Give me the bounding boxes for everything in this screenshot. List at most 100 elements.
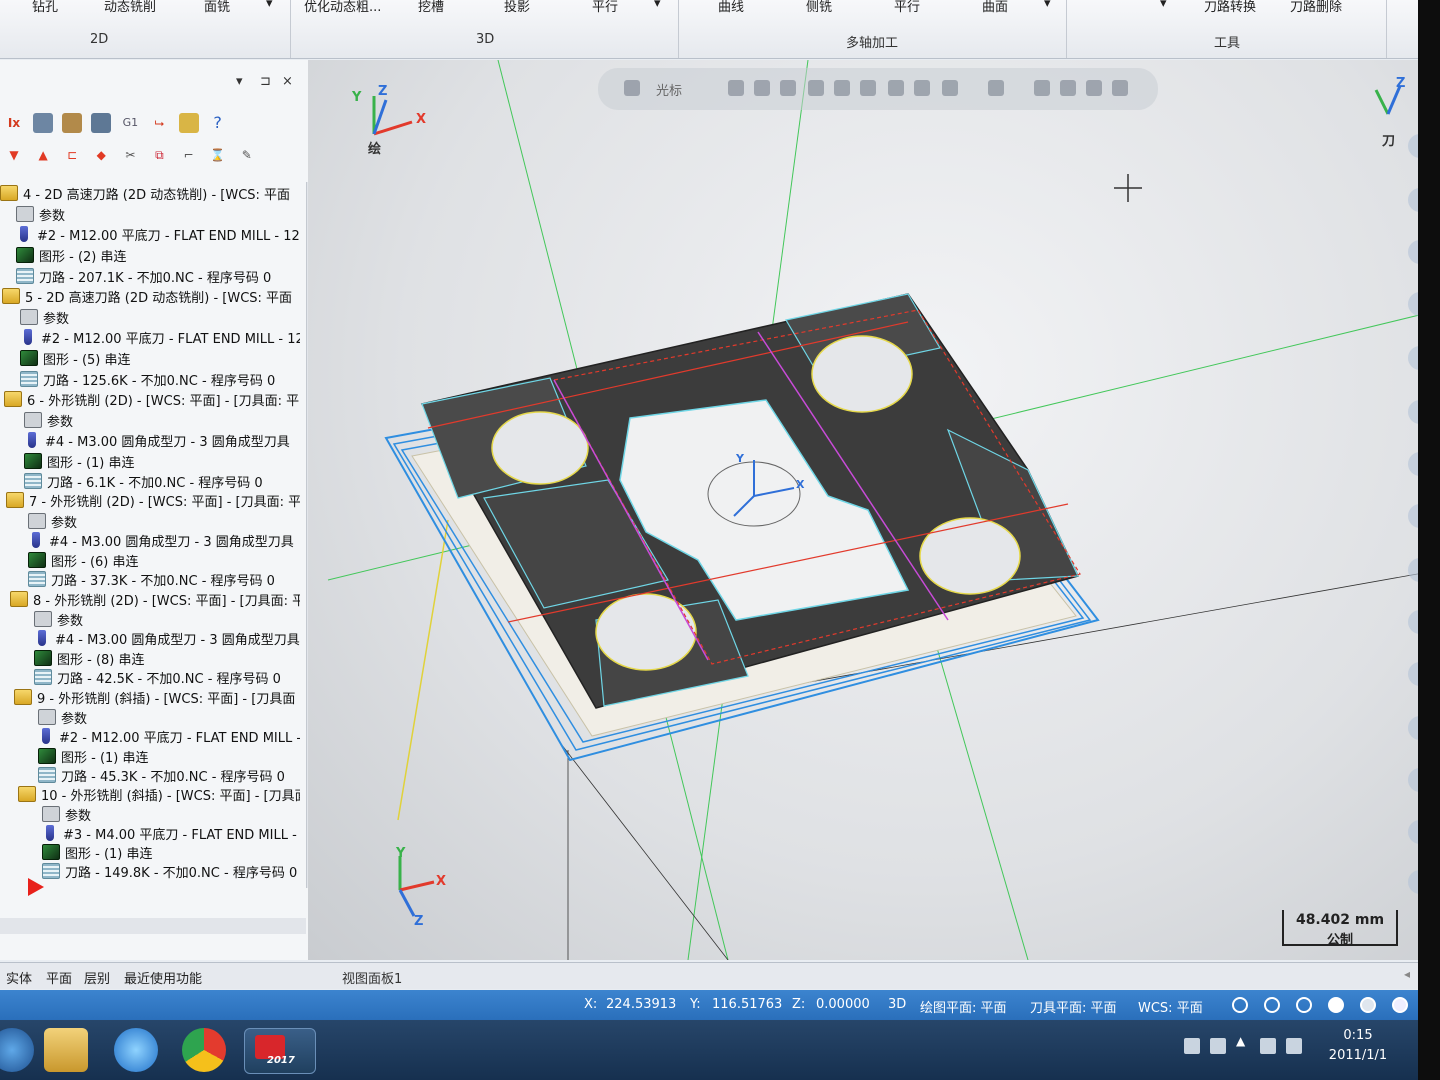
hidden-line-icon[interactable] (1296, 997, 1312, 1013)
ribbon-parallel-button[interactable]: 平行 (592, 0, 618, 15)
ribbon-multiaxis-parallel-button[interactable]: 平行 (894, 0, 920, 15)
mastercam-taskbar-button[interactable]: 2017 (244, 1028, 316, 1074)
insert-arrow-icon[interactable]: ⊏ (62, 145, 82, 165)
tab-planes[interactable]: 平面 (46, 968, 72, 987)
settings-icon[interactable]: ✎ (237, 145, 257, 165)
shaded-sphere-icon[interactable] (1328, 997, 1344, 1013)
chrome-icon[interactable] (182, 1028, 226, 1072)
shaded-edges-icon[interactable] (1360, 997, 1376, 1013)
panel-pin-icon[interactable]: ⊐ (260, 74, 271, 89)
viewsheet-tab-1[interactable]: 视图面板1 (342, 968, 402, 987)
tree-geometry[interactable]: 图形 - (5) 串连 (20, 348, 131, 368)
tree-geometry[interactable]: 图形 - (6) 串连 (28, 550, 139, 570)
tree-tool[interactable]: #2 - M12.00 平底刀 - FLAT END MILL - 12 (20, 327, 300, 347)
paste-icon[interactable]: ⌐ (179, 145, 199, 165)
backplot-icon[interactable] (91, 112, 112, 133)
tree-geometry[interactable]: 图形 - (1) 串连 (24, 451, 135, 471)
tree-params[interactable]: 参数 (20, 307, 69, 327)
panel-menu-icon[interactable]: ▾ (236, 74, 243, 89)
wireframe-icon[interactable] (834, 80, 850, 96)
status-cplane[interactable]: 绘图平面: 平面 (920, 997, 1007, 1016)
tree-geometry[interactable]: 图形 - (2) 串连 (16, 245, 127, 265)
move-down-icon[interactable]: ▼ (4, 145, 24, 165)
tree-tool[interactable]: #2 - M12.00 平底刀 - FLAT END MILL - 12 (16, 224, 300, 244)
tree-tool[interactable]: #4 - M3.00 圆角成型刀 - 3 圆角成型刀具 (24, 430, 290, 450)
tree-toolpath[interactable]: 刀路 - 207.1K - 不加0.NC - 程序号码 0 (16, 266, 271, 286)
view-icon[interactable] (1034, 80, 1050, 96)
help-icon[interactable]: ? (208, 113, 228, 133)
tab-levels[interactable]: 层别 (84, 968, 110, 987)
wireframe-globe-icon[interactable] (1264, 997, 1280, 1013)
tree-toolpath[interactable]: 刀路 - 42.5K - 不加0.NC - 程序号码 0 (34, 667, 281, 687)
regenerate-all-icon[interactable] (33, 112, 54, 133)
ribbon-pocket-button[interactable]: 挖槽 (418, 0, 444, 15)
graphics-viewport[interactable]: Z X Y 绘 Z 刀 Y X Z Y X 光标 48.402 mm 公制 (308, 60, 1440, 960)
tree-toolpath[interactable]: 刀路 - 45.3K - 不加0.NC - 程序号码 0 (38, 765, 285, 785)
gear-icon[interactable] (754, 80, 770, 96)
solid-icon[interactable] (860, 80, 876, 96)
tree-operation-7[interactable]: 7 - 外形铣削 (2D) - [WCS: 平面] - [刀具面: 平 (6, 490, 300, 510)
ribbon-project-button[interactable]: 投影 (504, 0, 530, 15)
shade-icon[interactable] (808, 80, 824, 96)
ribbon-tools-expand-icon[interactable]: ▾ (1160, 0, 1167, 11)
globe-icon[interactable] (1232, 997, 1248, 1013)
tray-network-icon[interactable] (1286, 1038, 1302, 1054)
status-z-label[interactable]: Z: (792, 997, 805, 1012)
lock-icon[interactable] (178, 112, 199, 133)
simulate-icon[interactable]: ⌛ (208, 145, 228, 165)
ribbon-3d-expand-icon[interactable]: ▾ (654, 0, 661, 11)
insert-arrow-marker-icon[interactable] (28, 878, 44, 896)
snap-icon[interactable] (728, 80, 744, 96)
viewsheet-prev-icon[interactable]: ◂ (1404, 967, 1410, 981)
select-icon[interactable] (942, 80, 958, 96)
file-explorer-icon[interactable] (44, 1028, 88, 1072)
tree-operation-8[interactable]: 8 - 外形铣削 (2D) - [WCS: 平面] - [刀具面: 平 (10, 589, 300, 609)
copy-icon[interactable]: ⧉ (149, 145, 169, 165)
panel-close-icon[interactable]: × (282, 74, 293, 89)
internet-explorer-icon[interactable] (114, 1028, 158, 1072)
tree-operation-5[interactable]: 5 - 2D 高速刀路 (2D 动态铣削) - [WCS: 平面 (2, 286, 292, 306)
pointer-icon[interactable] (780, 80, 796, 96)
toggle-display-icon[interactable]: ⮡ (149, 113, 169, 133)
tree-operation-10[interactable]: 10 - 外形铣削 (斜插) - [WCS: 平面] - [刀具面 (18, 784, 300, 804)
status-z-value[interactable]: 0.00000 (816, 997, 870, 1012)
tree-tool[interactable]: #3 - M4.00 平底刀 - FLAT END MILL - 4 (42, 823, 300, 843)
tree-params[interactable]: 参数 (16, 204, 65, 224)
tree-tool[interactable]: #2 - M12.00 平底刀 - FLAT END MILL - 12 (38, 726, 300, 746)
ribbon-dynamic-mill-button[interactable]: 动态铣削 (104, 0, 156, 15)
translucent-icon[interactable] (888, 80, 904, 96)
translucency-icon[interactable] (1392, 997, 1408, 1013)
ribbon-drill-button[interactable]: 钻孔 (32, 0, 58, 15)
taskbar-clock[interactable]: 0:15 2011/1/1 (1318, 1026, 1398, 1066)
tab-recent-functions[interactable]: 最近使用功能 (124, 968, 202, 987)
regenerate-dirty-icon[interactable] (62, 112, 83, 133)
ribbon-face-button[interactable]: 面铣 (204, 0, 230, 15)
tree-toolpath[interactable]: 刀路 - 6.1K - 不加0.NC - 程序号码 0 (24, 471, 263, 491)
ribbon-toolpath-transform-button[interactable]: 刀路转换 (1204, 0, 1256, 15)
scroll-to-arrow-icon[interactable]: ◆ (91, 145, 111, 165)
tree-params[interactable]: 参数 (28, 511, 77, 531)
refresh-icon[interactable] (1086, 80, 1102, 96)
ribbon-2d-expand-icon[interactable]: ▾ (266, 0, 273, 11)
tab-solids[interactable]: 实体 (6, 968, 32, 987)
post-icon[interactable]: G1 (120, 113, 140, 133)
tree-geometry[interactable]: 图形 - (1) 串连 (38, 746, 149, 766)
tree-params[interactable]: 参数 (42, 804, 91, 824)
status-3d-mode[interactable]: 3D (888, 997, 906, 1012)
cut-icon[interactable]: ✂ (120, 145, 140, 165)
tree-toolpath[interactable]: 刀路 - 149.8K - 不加0.NC - 程序号码 0 (42, 861, 297, 881)
move-up-icon[interactable]: ▲ (33, 145, 53, 165)
tree-tool[interactable]: #4 - M3.00 圆角成型刀 - 3 圆角成型刀具 (28, 530, 294, 550)
tree-tool[interactable]: #4 - M3.00 圆角成型刀 - 3 圆角成型刀具 (34, 628, 300, 648)
tray-volume-icon[interactable] (1260, 1038, 1276, 1054)
status-tplane[interactable]: 刀具平面: 平面 (1030, 997, 1117, 1016)
ribbon-surface-button[interactable]: 曲面 (982, 0, 1008, 15)
tree-toolpath[interactable]: 刀路 - 125.6K - 不加0.NC - 程序号码 0 (20, 369, 275, 389)
cube-icon[interactable] (914, 80, 930, 96)
tree-params[interactable]: 参数 (24, 410, 73, 430)
ribbon-curve-button[interactable]: 曲线 (718, 0, 744, 15)
tree-horizontal-scrollbar[interactable] (0, 918, 306, 934)
ribbon-multiaxis-expand-icon[interactable]: ▾ (1044, 0, 1051, 11)
tree-params[interactable]: 参数 (34, 609, 83, 629)
ribbon-optirough-button[interactable]: 优化动态粗... (304, 0, 381, 15)
